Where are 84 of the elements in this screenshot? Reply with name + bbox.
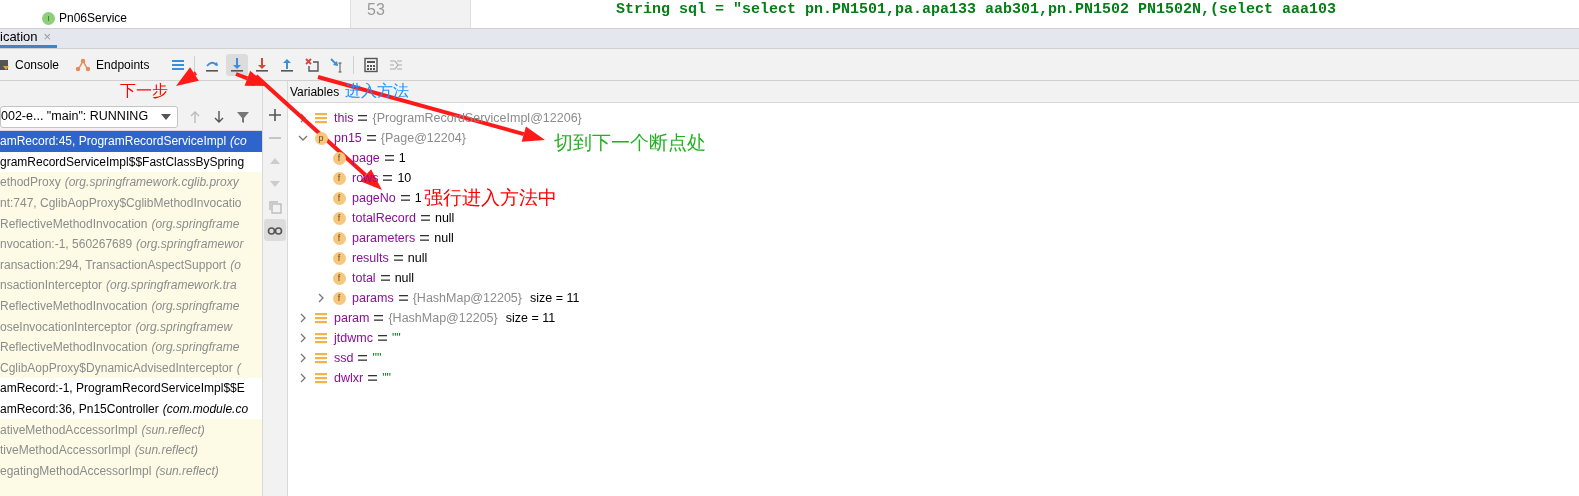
- variable-icon: [315, 372, 327, 384]
- equals-icon: [383, 175, 393, 181]
- annotation-label: 下一步: [120, 81, 168, 101]
- variable-name: results: [352, 249, 389, 267]
- variable-name: totalRecord: [352, 209, 416, 227]
- equals-icon: [393, 255, 403, 261]
- interface-icon: I: [42, 11, 55, 25]
- endpoints-icon: [75, 57, 92, 72]
- code-line: String sql = "select pn.PN1501,pa.apa133 aab301,pn.PN1502 PN1502N,(select aaa103: [616, 0, 1337, 20]
- variable-icon: [315, 352, 327, 364]
- variable-name: total: [352, 269, 376, 287]
- equals-icon: [358, 355, 368, 361]
- equals-icon: [374, 315, 384, 321]
- chevron-right-icon[interactable]: [298, 373, 308, 383]
- equals-icon: [377, 335, 387, 341]
- equals-icon: [384, 155, 394, 161]
- size-label: size = 11: [505, 309, 556, 327]
- badge-icon: f: [332, 191, 346, 205]
- stack-frame[interactable]: amRecord:36, Pn15Controller (com.module.co: [0, 398, 262, 420]
- console-icon: [0, 57, 10, 72]
- caret-icon: [161, 113, 171, 120]
- variable-name: pageNo: [352, 189, 396, 207]
- equals-icon: [380, 275, 390, 281]
- variable-name: pn15: [334, 129, 362, 147]
- badge-icon: f: [332, 271, 346, 285]
- variable-name: params: [352, 289, 394, 307]
- variable-value: null: [394, 269, 415, 287]
- variable-value: 1: [398, 149, 406, 167]
- badge-icon: f: [332, 211, 346, 225]
- equals-icon: [366, 135, 376, 141]
- equals-icon: [368, 375, 378, 381]
- badge-icon: f: [332, 251, 346, 265]
- variable-value: 10: [397, 169, 412, 187]
- variable-value: "": [372, 349, 382, 367]
- variable-name: this: [334, 109, 354, 127]
- thread-dropdown[interactable]: 002-e... "main": RUNNING: [0, 105, 178, 128]
- panel-title: Variables: [290, 83, 340, 101]
- size-label: size = 11: [530, 289, 580, 307]
- variable-value: {HashMap@12205}: [388, 309, 498, 327]
- chevron-down-icon[interactable]: [298, 133, 308, 143]
- arrow-down-icon[interactable]: [212, 109, 226, 124]
- equals-icon: [400, 195, 410, 201]
- annotation-label: 强行进入方法中: [424, 187, 557, 207]
- variable-name: jtdwmc: [334, 329, 373, 347]
- badge-icon: p: [314, 131, 328, 145]
- variable-value: null: [434, 209, 455, 227]
- variable-icon: [315, 332, 327, 344]
- chevron-right-icon[interactable]: [316, 293, 326, 303]
- stack-frame[interactable]: gramRecordServiceImpl$$FastClassBySpring: [0, 151, 262, 173]
- variable-icon: [315, 112, 327, 124]
- variable-name: parameters: [352, 229, 416, 247]
- variable-name: param: [334, 309, 370, 327]
- variable-name: dwlxr: [334, 369, 364, 387]
- variable-name: page: [352, 149, 380, 167]
- badge-icon: f: [332, 171, 346, 185]
- close-icon[interactable]: ×: [43, 26, 52, 47]
- variable-value: 1: [414, 189, 422, 207]
- equals-icon: [398, 295, 408, 301]
- variable-name: ssd: [334, 349, 354, 367]
- toolbar-tab[interactable]: Endpoints: [75, 49, 150, 80]
- variable-value: {HashMap@12205}: [412, 289, 522, 307]
- variable-value: "": [382, 369, 392, 387]
- stack-frame[interactable]: amRecord:45, ProgramRecordServiceImpl (co: [0, 131, 262, 152]
- stack-frame[interactable]: amRecord:-1, ProgramRecordServiceImpl$$E: [0, 378, 262, 399]
- variable-icon: [315, 312, 327, 324]
- tree-item[interactable]: Pn06Service: [59, 9, 128, 27]
- variable-value: null: [407, 249, 428, 267]
- equals-icon: [420, 235, 430, 241]
- variable-value: {Page@12204}: [380, 129, 466, 147]
- chevron-right-icon[interactable]: [298, 333, 308, 343]
- badge-icon: f: [332, 151, 346, 165]
- annotation-arrow: [176, 67, 199, 86]
- badge-icon: f: [332, 231, 346, 245]
- equals-icon: [420, 215, 430, 221]
- variable-value: "": [391, 329, 401, 347]
- line-number: 53: [367, 0, 385, 20]
- toolbar-tab[interactable]: Console: [0, 49, 60, 80]
- badge-icon: f: [332, 291, 346, 305]
- chevron-right-icon[interactable]: [298, 313, 308, 323]
- equals-icon: [358, 115, 368, 121]
- filter-icon[interactable]: [236, 109, 250, 124]
- variable-value: null: [434, 229, 454, 247]
- annotation-label: 切到下一个断点处: [554, 132, 706, 152]
- chevron-right-icon[interactable]: [298, 353, 308, 363]
